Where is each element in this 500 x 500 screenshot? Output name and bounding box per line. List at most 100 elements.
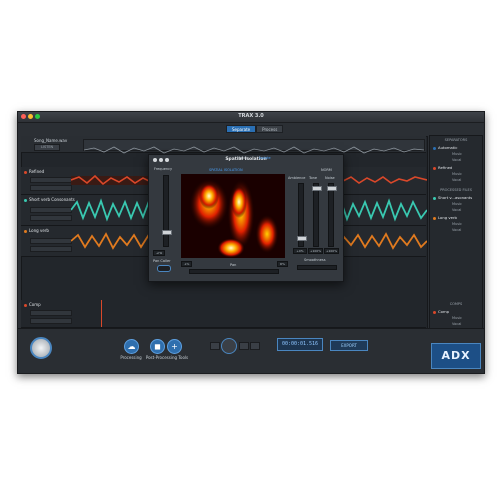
sub-vocal[interactable]: Vocal (452, 158, 461, 162)
post-tool-button-2[interactable]: + (167, 339, 182, 354)
track-name: Long verb (29, 228, 49, 233)
source-item[interactable]: Automatic (433, 145, 457, 150)
track-volume-slider[interactable] (30, 207, 72, 213)
source-dot (433, 216, 436, 220)
source-label: Refined (438, 165, 453, 170)
section-header: COMPS (449, 302, 463, 306)
noise-value: +100% (324, 248, 339, 254)
pan-slider[interactable] (189, 269, 279, 274)
frequency-fader[interactable] (162, 175, 172, 247)
source-label: Comp (438, 309, 450, 314)
sub-vocal[interactable]: Vocal (452, 228, 461, 232)
section-header: PROCESSED FILES (440, 188, 472, 192)
track-pan-slider[interactable] (30, 185, 72, 191)
mode-label[interactable]: NORM (321, 168, 332, 172)
track-name: Refined (29, 169, 45, 174)
track-label: Comp (24, 302, 41, 307)
track-pan-slider[interactable] (30, 318, 72, 324)
fader-cap (327, 186, 337, 191)
play-icon[interactable] (221, 338, 237, 354)
frequency-label: Frequency (154, 167, 173, 171)
ambience-value: +0% (293, 248, 307, 254)
track-name: Comp (29, 302, 41, 307)
file-name: Song_Name.wav (34, 138, 68, 143)
spatial-spectrogram[interactable] (181, 174, 285, 258)
export-button[interactable]: EXPORT (330, 340, 368, 351)
dialog-tab-isolate[interactable]: Isolate (259, 156, 271, 160)
post-tool-button-1[interactable]: ◼ (150, 339, 165, 354)
bypass-label: Pan Caller (153, 259, 171, 263)
tone-label: Tone (309, 176, 318, 180)
source-item[interactable]: Short v...asonants (433, 195, 472, 200)
spatial-isolation-dialog: Spatial Isolation Frequency +Hz Pan Call… (148, 154, 344, 282)
spectrogram-heatmap (181, 174, 285, 258)
smoothness-slider[interactable] (297, 265, 337, 270)
tone-fader[interactable] (312, 183, 322, 247)
track-label: Short verb Consonants (24, 197, 75, 202)
tone-value: +100% (308, 248, 323, 254)
sub-music[interactable]: Music (452, 172, 462, 176)
track-volume-slider[interactable] (30, 177, 72, 183)
bypass-toggle[interactable] (157, 265, 171, 272)
fader-cap (297, 236, 307, 241)
ambience-fader[interactable] (297, 183, 307, 247)
master-volume-knob[interactable] (30, 337, 52, 359)
sub-music[interactable]: Music (452, 152, 462, 156)
title-bar: TRAX 3.0 (18, 112, 484, 123)
fader-cap (162, 230, 172, 235)
source-label: Long verb (438, 215, 457, 220)
track-color-dot (24, 198, 27, 202)
track-label: Refined (24, 169, 44, 174)
spectrogram-caption: SPATIAL ISOLATION (209, 168, 243, 172)
source-item[interactable]: Long verb (433, 215, 457, 220)
source-dot (433, 146, 436, 150)
loop-icon[interactable] (250, 342, 260, 350)
source-dot (433, 196, 436, 200)
track-color-dot (24, 170, 27, 174)
timecode-display: 00:00:01.516 (277, 338, 323, 351)
window-title: TRAX 3.0 (238, 113, 264, 119)
track-pan-slider[interactable] (30, 246, 72, 252)
sub-music[interactable]: Music (452, 202, 462, 206)
track-name: Short verb Consonants (29, 197, 75, 202)
pan-right-value: R% (277, 261, 288, 267)
section-header: SEPARATORS (444, 138, 468, 142)
source-dot (433, 310, 436, 314)
smoothness-label: Smoothness (304, 258, 326, 262)
sub-music[interactable]: Music (452, 222, 462, 226)
dialog-tab-match[interactable]: Match (237, 156, 248, 160)
fader-cap (312, 186, 322, 191)
sub-music[interactable]: Music (452, 316, 462, 320)
listen-button[interactable]: LISTEN (34, 144, 61, 151)
pan-left-value: -L% (181, 261, 192, 267)
frequency-value: +Hz (153, 250, 165, 256)
source-label: Automatic (438, 145, 458, 150)
rewind-icon[interactable] (210, 342, 220, 350)
source-item[interactable]: Comp (433, 309, 449, 314)
track-color-dot (24, 303, 27, 307)
track-color-dot (24, 229, 27, 233)
playhead-marker[interactable] (101, 300, 102, 327)
pan-label: Pan (230, 263, 237, 267)
track-pan-slider[interactable] (30, 215, 72, 221)
track-volume-slider[interactable] (30, 310, 72, 316)
source-item[interactable]: Refined (433, 165, 452, 170)
overview-waveform[interactable] (83, 139, 425, 154)
source-label: Short v...asonants (438, 195, 473, 200)
processing-button[interactable]: ☁ (124, 339, 139, 354)
sub-vocal[interactable]: Vocal (452, 208, 461, 212)
sources-panel: SEPARATORS Automatic Music Vocal Refined… (429, 135, 483, 339)
stop-icon[interactable] (239, 342, 249, 350)
track-comp[interactable]: Comp (21, 300, 426, 328)
track-volume-slider[interactable] (30, 238, 72, 244)
noise-fader[interactable] (327, 183, 337, 247)
post-tools-label: Post-Processing Tools (145, 355, 189, 360)
sub-vocal[interactable]: Vocal (452, 178, 461, 182)
tab-process[interactable]: Process (256, 125, 284, 133)
source-dot (433, 166, 436, 170)
ambience-label: Ambience (288, 176, 306, 180)
sub-vocal[interactable]: Vocal (452, 322, 461, 326)
mode-tabs: Separate Process (226, 125, 284, 133)
transport-bar: ☁ Processing ◼ + Post-Processing Tools (18, 328, 484, 373)
tab-separate[interactable]: Separate (226, 125, 257, 133)
